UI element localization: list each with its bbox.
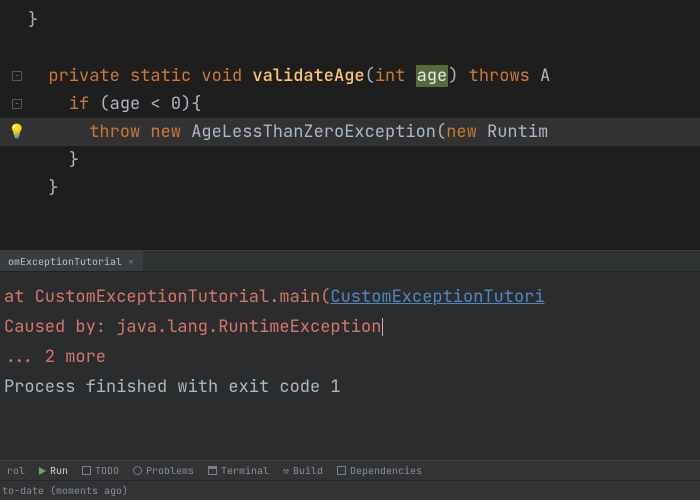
code-line[interactable]: 💡 throw new AgeLessThanZeroException(new… bbox=[0, 118, 700, 146]
code-content: } bbox=[28, 149, 79, 171]
code-line[interactable]: − if (age < 0){ bbox=[0, 90, 700, 118]
code-content: } bbox=[28, 177, 59, 199]
problems-icon bbox=[133, 466, 142, 475]
tool-dependencies[interactable]: Dependencies bbox=[330, 464, 429, 477]
tool-terminal[interactable]: Terminal bbox=[201, 464, 276, 477]
stack-link[interactable]: CustomExceptionTutori bbox=[330, 286, 544, 308]
todo-icon bbox=[82, 466, 91, 475]
lightbulb-icon[interactable]: 💡 bbox=[8, 123, 25, 141]
stack-text: at CustomExceptionTutorial.main( bbox=[4, 286, 330, 308]
gutter-intention[interactable]: 💡 bbox=[6, 123, 28, 141]
tool-build[interactable]: ⚒ Build bbox=[276, 464, 330, 477]
fold-icon[interactable]: − bbox=[12, 99, 22, 109]
code-line[interactable] bbox=[0, 34, 700, 62]
code-editor[interactable]: } − private static void validateAge(int a… bbox=[0, 0, 700, 250]
tool-window-bar: rol Run TODO Problems Terminal ⚒ Build D… bbox=[0, 460, 700, 480]
code-content: } bbox=[28, 9, 38, 31]
console-output[interactable]: at CustomExceptionTutorial.main(CustomEx… bbox=[0, 272, 700, 460]
tool-vcs[interactable]: rol bbox=[0, 464, 32, 477]
code-content: throw new AgeLessThanZeroException(new R… bbox=[28, 121, 548, 143]
terminal-icon bbox=[208, 466, 217, 475]
more-frames-line: ... 2 more bbox=[4, 342, 700, 372]
play-icon bbox=[39, 467, 46, 475]
deps-icon bbox=[337, 466, 346, 475]
gutter-fold[interactable]: − bbox=[6, 99, 28, 109]
code-line[interactable]: } bbox=[0, 6, 700, 34]
code-line[interactable]: } bbox=[0, 174, 700, 202]
code-content: if (age < 0){ bbox=[28, 93, 201, 115]
gutter-fold[interactable]: − bbox=[6, 71, 28, 81]
exit-code-line: Process finished with exit code 1 bbox=[4, 372, 700, 402]
code-content: private static void validateAge(int age)… bbox=[28, 65, 550, 87]
code-line[interactable] bbox=[0, 230, 700, 258]
code-line[interactable]: } bbox=[0, 146, 700, 174]
status-text: to-date (moments ago) bbox=[2, 484, 128, 497]
stack-trace-line: at CustomExceptionTutorial.main(CustomEx… bbox=[4, 282, 700, 312]
hammer-icon: ⚒ bbox=[283, 464, 289, 477]
caused-by-line: Caused by: java.lang.RuntimeException bbox=[4, 312, 700, 342]
code-line[interactable]: − private static void validateAge(int ag… bbox=[0, 62, 700, 90]
tool-problems[interactable]: Problems bbox=[126, 464, 201, 477]
status-bar: to-date (moments ago) bbox=[0, 480, 700, 500]
fold-icon[interactable]: − bbox=[12, 71, 22, 81]
tool-run[interactable]: Run bbox=[32, 464, 75, 477]
code-line[interactable] bbox=[0, 202, 700, 230]
tool-todo[interactable]: TODO bbox=[75, 464, 126, 477]
text-caret bbox=[382, 318, 383, 336]
